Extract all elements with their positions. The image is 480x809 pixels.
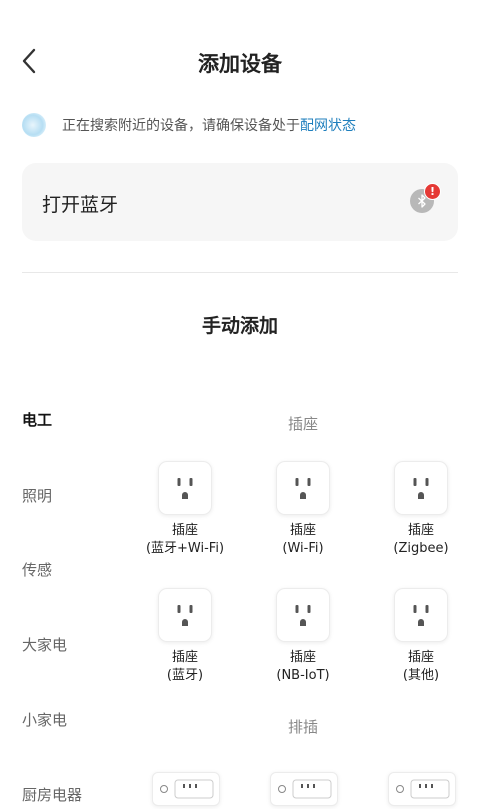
device-sublabel: (NB-IoT) xyxy=(276,668,330,683)
divider xyxy=(22,272,458,273)
socket-icon xyxy=(276,461,330,515)
pairing-mode-link[interactable]: 配网状态 xyxy=(300,115,356,135)
page-title: 添加设备 xyxy=(198,52,282,76)
device-tile[interactable]: 插座 (Wi-Fi) xyxy=(243,461,363,558)
device-label: 插座 xyxy=(407,523,434,538)
power-strip-icon xyxy=(278,779,332,799)
sidebar-item-electrical[interactable]: 电工 xyxy=(22,409,52,430)
socket-icon xyxy=(276,588,330,642)
device-sublabel: (蓝牙+Wi-Fi) xyxy=(145,541,225,556)
warning-badge: ! xyxy=(424,183,441,200)
device-label: 插座 xyxy=(289,650,316,665)
search-status-text: 正在搜索附近的设备，请确保设备处于 xyxy=(62,118,300,134)
power-strip-tile[interactable] xyxy=(270,772,338,806)
socket-icon xyxy=(158,461,212,515)
device-label: 插座 xyxy=(171,650,198,665)
section-title-sockets: 插座 xyxy=(287,415,318,433)
power-strip-icon xyxy=(160,779,214,799)
sidebar-item-sensor[interactable]: 传感 xyxy=(22,559,52,580)
manual-add-title: 手动添加 xyxy=(201,315,278,337)
power-strip-tile[interactable] xyxy=(152,772,220,806)
socket-icon xyxy=(394,588,448,642)
device-sublabel: (Zigbee) xyxy=(393,541,449,556)
sidebar-item-kitchen[interactable]: 厨房电器 xyxy=(22,784,82,805)
device-label: 插座 xyxy=(407,650,434,665)
sidebar-item-large-appliance[interactable]: 大家电 xyxy=(22,634,67,655)
socket-icon xyxy=(394,461,448,515)
device-tile[interactable]: 插座 (NB-IoT) xyxy=(243,588,363,685)
search-status: 正在搜索附近的设备，请确保设备处于 配网状态 xyxy=(22,112,356,138)
sidebar-item-lighting[interactable]: 照明 xyxy=(22,485,52,506)
device-sublabel: (其他) xyxy=(402,668,440,683)
device-sublabel: (蓝牙) xyxy=(166,668,204,683)
sidebar-item-small-appliance[interactable]: 小家电 xyxy=(22,709,67,730)
device-tile[interactable]: 插座 (Zigbee) xyxy=(361,461,480,558)
bluetooth-label: 打开蓝牙 xyxy=(42,194,119,216)
device-tile[interactable]: 插座 (蓝牙) xyxy=(125,588,245,685)
power-strip-tile[interactable] xyxy=(388,772,456,806)
bluetooth-card[interactable]: 打开蓝牙 ! xyxy=(22,163,458,241)
power-strip-icon xyxy=(396,779,450,799)
device-label: 插座 xyxy=(289,523,316,538)
socket-icon xyxy=(158,588,212,642)
device-label: 插座 xyxy=(171,523,198,538)
device-tile[interactable]: 插座 (蓝牙+Wi-Fi) xyxy=(125,461,245,558)
section-title-power-strips: 排插 xyxy=(287,718,318,736)
device-tile[interactable]: 插座 (其他) xyxy=(361,588,480,685)
searching-indicator-icon xyxy=(22,113,46,137)
device-sublabel: (Wi-Fi) xyxy=(282,541,324,556)
